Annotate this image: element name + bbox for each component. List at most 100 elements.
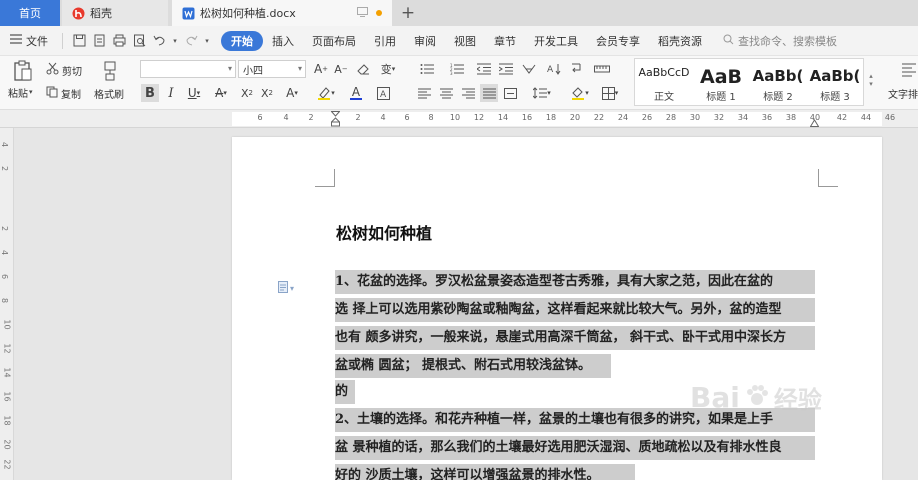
align-right-icon[interactable] (460, 85, 476, 101)
line-spacing-icon[interactable]: ▾ (530, 85, 554, 101)
styles-scroll[interactable]: ▴ ▾ (866, 62, 876, 98)
vruler-tick: 2 (0, 165, 10, 172)
copy-label: 复制 (61, 89, 81, 101)
show-marks-icon[interactable] (568, 62, 584, 76)
ruler-tick: 38 (785, 113, 797, 122)
style-heading-3-preview: AaBb( (809, 67, 861, 85)
vruler-tick: 6 (0, 273, 10, 280)
ribbon: 粘贴 ▾ 剪切 复制 格式刷 ▾ 小四 ▾ A + A − 变 ▾ B I U ▾ A ▾ … (0, 56, 918, 110)
increase-indent-icon[interactable] (498, 62, 514, 76)
text-line: 好的 沙质土壤，这样可以增强盆景的排水性。 (335, 464, 635, 480)
tab-view[interactable]: 视图 (445, 31, 485, 51)
highlight-color-button[interactable]: ▾ (314, 84, 338, 102)
command-search[interactable]: 查找命令、搜索模板 (723, 33, 837, 49)
align-left-icon[interactable] (416, 85, 432, 101)
redo-icon[interactable] (183, 33, 199, 49)
font-size-select[interactable]: 小四 ▾ (238, 60, 306, 78)
ruler-tick: 14 (497, 113, 509, 122)
ruler-tick: 10 (449, 113, 461, 122)
clear-format-icon[interactable] (356, 62, 370, 76)
paragraph-icon (278, 281, 288, 295)
borders-icon[interactable]: ▾ (598, 85, 622, 101)
paste-icon[interactable] (10, 59, 36, 83)
tab-stops-icon[interactable] (592, 62, 612, 76)
tab-developer[interactable]: 开发工具 (525, 31, 587, 51)
paste-button[interactable]: 粘贴 ▾ (8, 85, 33, 100)
distribute-icon[interactable] (502, 85, 518, 101)
print-icon[interactable] (111, 33, 127, 49)
file-menu[interactable]: 文件 (10, 33, 48, 49)
ruler-tick: 42 (836, 113, 848, 122)
align-center-icon[interactable] (438, 85, 454, 101)
horizontal-ruler[interactable]: 6 4 2 2 4 6 8 10 12 14 16 18 20 22 24 26… (0, 110, 918, 128)
ruler-tick: 36 (761, 113, 773, 122)
font-color-button[interactable]: A (344, 84, 368, 102)
tab-references[interactable]: 引用 (365, 31, 405, 51)
format-painter-label: 格式刷 (94, 89, 124, 101)
italic-button[interactable]: I (163, 84, 179, 102)
chevron-down-icon: ▾ (297, 64, 302, 73)
screen-icon[interactable] (357, 6, 368, 20)
underline-button[interactable]: U ▾ (183, 84, 205, 102)
ruler-tick: 24 (617, 113, 629, 122)
cut-button[interactable]: 剪切 (46, 62, 82, 78)
grow-font-icon[interactable]: A + (314, 62, 328, 76)
title-bar: 首页 稻壳 松树如何种植.docx + (0, 0, 918, 26)
tab-start[interactable]: 开始 (221, 30, 263, 51)
scissors-icon (46, 62, 59, 78)
pinyin-guide-icon[interactable]: 变 ▾ (378, 62, 398, 76)
style-heading-2[interactable]: AaBb( 标题 2 (749, 63, 807, 105)
strikethrough-button[interactable]: A ▾ (210, 84, 232, 102)
bullet-list-icon[interactable] (416, 62, 438, 76)
style-heading-3[interactable]: AaBb( 标题 3 (806, 63, 864, 105)
decrease-indent-icon[interactable] (476, 62, 492, 76)
tab-daoke[interactable]: 稻壳 (62, 0, 168, 26)
tab-daoke-resources[interactable]: 稻壳资源 (649, 31, 711, 51)
tab-review[interactable]: 审阅 (405, 31, 445, 51)
text-line: 盆 景种植的话，那么我们的土壤最好选用肥沃湿润、质地疏松以及有排水性良 (335, 436, 815, 460)
format-painter-button[interactable]: 格式刷 (94, 85, 124, 101)
shading-icon[interactable]: ▾ (568, 85, 592, 101)
text-layout-icon[interactable] (900, 60, 918, 82)
tab-section[interactable]: 章节 (485, 31, 525, 51)
tab-member[interactable]: 会员专享 (587, 31, 649, 51)
customize-quick-access-icon[interactable]: ▾ (203, 33, 211, 49)
unsaved-dot-icon (376, 10, 382, 16)
save-icon[interactable] (71, 33, 87, 49)
text-layout-button[interactable]: 文字排 (888, 86, 918, 101)
subscript-button[interactable]: X2 (258, 84, 276, 102)
svg-text:3: 3 (450, 71, 453, 75)
char-border-icon[interactable]: A (374, 84, 392, 102)
style-normal-preview: AaBbCcD (638, 66, 690, 79)
tab-document-label: 松树如何种植.docx (200, 7, 296, 20)
font-name-select[interactable]: ▾ (140, 60, 236, 78)
ruler-tick: 22 (593, 113, 605, 122)
copy-button[interactable]: 复制 (46, 85, 81, 101)
shrink-font-icon[interactable]: A − (334, 62, 348, 76)
ribbon-tabs: 开始 插入 页面布局 引用 审阅 视图 章节 开发工具 会员专享 稻壳资源 (221, 30, 711, 51)
chinese-layout-icon[interactable] (520, 62, 538, 76)
vertical-ruler[interactable]: 4 2 2 4 6 8 10 12 14 16 18 20 22 (0, 128, 14, 480)
superscript-button[interactable]: X2 (238, 84, 256, 102)
tab-document[interactable]: 松树如何种植.docx (172, 0, 392, 26)
numbered-list-icon[interactable]: 123 (446, 62, 468, 76)
ruler-tick: 44 (860, 113, 872, 122)
print-preview-icon[interactable] (131, 33, 147, 49)
paragraph-handle[interactable]: ▾ (278, 281, 294, 295)
tab-page-layout[interactable]: 页面布局 (303, 31, 365, 51)
justify-icon[interactable] (480, 84, 498, 102)
ruler-tick: 18 (545, 113, 557, 122)
format-painter-icon[interactable] (100, 60, 120, 82)
tab-home[interactable]: 首页 (0, 0, 60, 26)
hamburger-icon (10, 34, 22, 47)
new-tab-plus-icon[interactable]: + (398, 3, 418, 23)
sort-icon[interactable]: A (546, 62, 562, 76)
tab-insert[interactable]: 插入 (263, 31, 303, 51)
undo-dropdown-icon[interactable]: ▾ (171, 33, 179, 49)
undo-icon[interactable] (151, 33, 167, 49)
style-normal[interactable]: AaBbCcD 正文 (635, 63, 693, 105)
text-effect-button[interactable]: A ▾ (280, 84, 304, 102)
export-pdf-icon[interactable] (91, 33, 107, 49)
bold-button[interactable]: B (141, 84, 159, 102)
style-heading-1[interactable]: AaB 标题 1 (692, 63, 750, 105)
